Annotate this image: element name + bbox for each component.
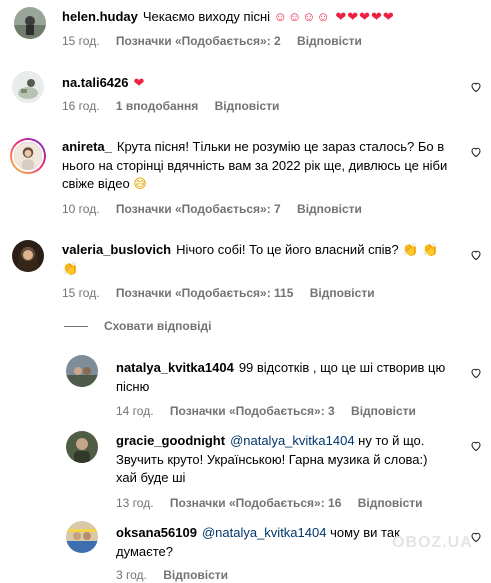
avatar[interactable] [66, 355, 98, 387]
comment-meta: 3 год. Відповісти [116, 568, 241, 582]
reply-button[interactable]: Відповісти [297, 34, 362, 48]
comment-body: natalya_kvitka1404 99 відсотків , що це ш… [116, 359, 451, 396]
avatar[interactable] [12, 71, 44, 103]
heart-outline-icon[interactable] [470, 249, 482, 261]
comment-text: valeria_buslovich Нічого собі! То це його… [62, 241, 451, 278]
comment-time[interactable]: 16 год. [62, 99, 100, 113]
divider [64, 325, 88, 327]
reply-button[interactable]: Відповісти [358, 496, 423, 510]
comment-time[interactable]: 13 год. [116, 496, 154, 510]
comment-body: anireta_ Крута пісня! Тільки не розумію ц… [62, 138, 451, 194]
comment-likes[interactable]: Позначки «Подобається»: 7 [116, 202, 281, 216]
comment-time[interactable]: 10 год. [62, 202, 100, 216]
reply-button[interactable]: Відповісти [163, 568, 228, 582]
hide-replies-label: Сховати відповіді [104, 319, 212, 333]
comment-meta: 13 год. Позначки «Подобається»: 16 Відпо… [116, 496, 436, 510]
comment-likes[interactable]: Позначки «Подобається»: 16 [170, 496, 341, 510]
comment-username[interactable]: natalya_kvitka1404 [116, 360, 234, 375]
heart-outline-icon[interactable] [470, 367, 482, 379]
mention-link[interactable]: @natalya_kvitka1404 [230, 433, 355, 448]
comment-username[interactable]: anireta_ [62, 139, 112, 154]
heart-outline-icon[interactable] [470, 440, 482, 452]
avatar[interactable] [14, 7, 46, 39]
comment-likes[interactable]: Позначки «Подобається»: 2 [116, 34, 281, 48]
avatar[interactable] [66, 521, 98, 553]
comment-body: gracie_goodnight @natalya_kvitka1404 ну т… [116, 432, 451, 488]
avatar[interactable] [10, 138, 46, 174]
comment-body: helen.huday Чекаємо виходу пісні ☺☺☺☺ ❤❤❤… [62, 8, 451, 27]
comment-text: natalya_kvitka1404 99 відсотків , що це ш… [116, 359, 451, 396]
comment-time[interactable]: 3 год. [116, 568, 147, 582]
comment-body: na.tali6426 ❤ [62, 74, 451, 93]
comment-meta: 15 год. Позначки «Подобається»: 2 Відпов… [62, 34, 375, 48]
comment-time[interactable]: 15 год. [62, 286, 100, 300]
comment-text: helen.huday Чекаємо виходу пісні ☺☺☺☺ ❤❤❤… [62, 8, 451, 27]
comment-likes[interactable]: Позначки «Подобається»: 115 [116, 286, 294, 300]
hide-replies-button[interactable]: Сховати відповіді [64, 319, 211, 333]
comment-likes[interactable]: 1 вподобання [116, 99, 198, 113]
mention-link[interactable]: @natalya_kvitka1404 [202, 525, 327, 540]
avatar[interactable] [12, 240, 44, 272]
comment-text: na.tali6426 ❤ [62, 74, 451, 93]
comment-body: valeria_buslovich Нічого собі! То це його… [62, 241, 451, 278]
reply-button[interactable]: Відповісти [310, 286, 375, 300]
comment-content: Крута пісня! Тільки не розумію це зараз … [62, 139, 448, 191]
comments-panel: helen.huday Чекаємо виходу пісні ☺☺☺☺ ❤❤❤… [0, 0, 491, 583]
watermark: OBOZ.UA [392, 534, 473, 551]
comment-time[interactable]: 14 год. [116, 404, 154, 418]
avatar[interactable] [66, 431, 98, 463]
comment-emoji: 😅 [133, 176, 147, 191]
comment-time[interactable]: 15 год. [62, 34, 100, 48]
comment-username[interactable]: helen.huday [62, 9, 138, 24]
comment-text: gracie_goodnight @natalya_kvitka1404 ну т… [116, 432, 451, 488]
comment-username[interactable]: na.tali6426 [62, 75, 129, 90]
comment-text: anireta_ Крута пісня! Тільки не розумію ц… [62, 138, 451, 194]
comment-content: Нічого собі! То це його власний спів? [176, 242, 403, 257]
reply-button[interactable]: Відповісти [351, 404, 416, 418]
comment-meta: 14 год. Позначки «Подобається»: 3 Відпов… [116, 404, 429, 418]
comment-meta: 16 год. 1 вподобання Відповісти [62, 99, 292, 113]
comment-likes[interactable]: Позначки «Подобається»: 3 [170, 404, 335, 418]
comment-username[interactable]: oksana56109 [116, 525, 197, 540]
reply-button[interactable]: Відповісти [297, 202, 362, 216]
heart-outline-icon[interactable] [470, 146, 482, 158]
comment-content: Чекаємо виходу пісні [142, 9, 274, 24]
comment-meta: 15 год. Позначки «Подобається»: 115 Відп… [62, 286, 388, 300]
comment-emoji: ❤ [133, 75, 146, 90]
comment-emoji: ☺☺☺☺ ❤❤❤❤❤ [273, 9, 395, 24]
comment-meta: 10 год. Позначки «Подобається»: 7 Відпов… [62, 202, 375, 216]
heart-outline-icon[interactable] [470, 81, 482, 93]
comment-username[interactable]: valeria_buslovich [62, 242, 171, 257]
reply-button[interactable]: Відповісти [215, 99, 280, 113]
comment-username[interactable]: gracie_goodnight [116, 433, 225, 448]
